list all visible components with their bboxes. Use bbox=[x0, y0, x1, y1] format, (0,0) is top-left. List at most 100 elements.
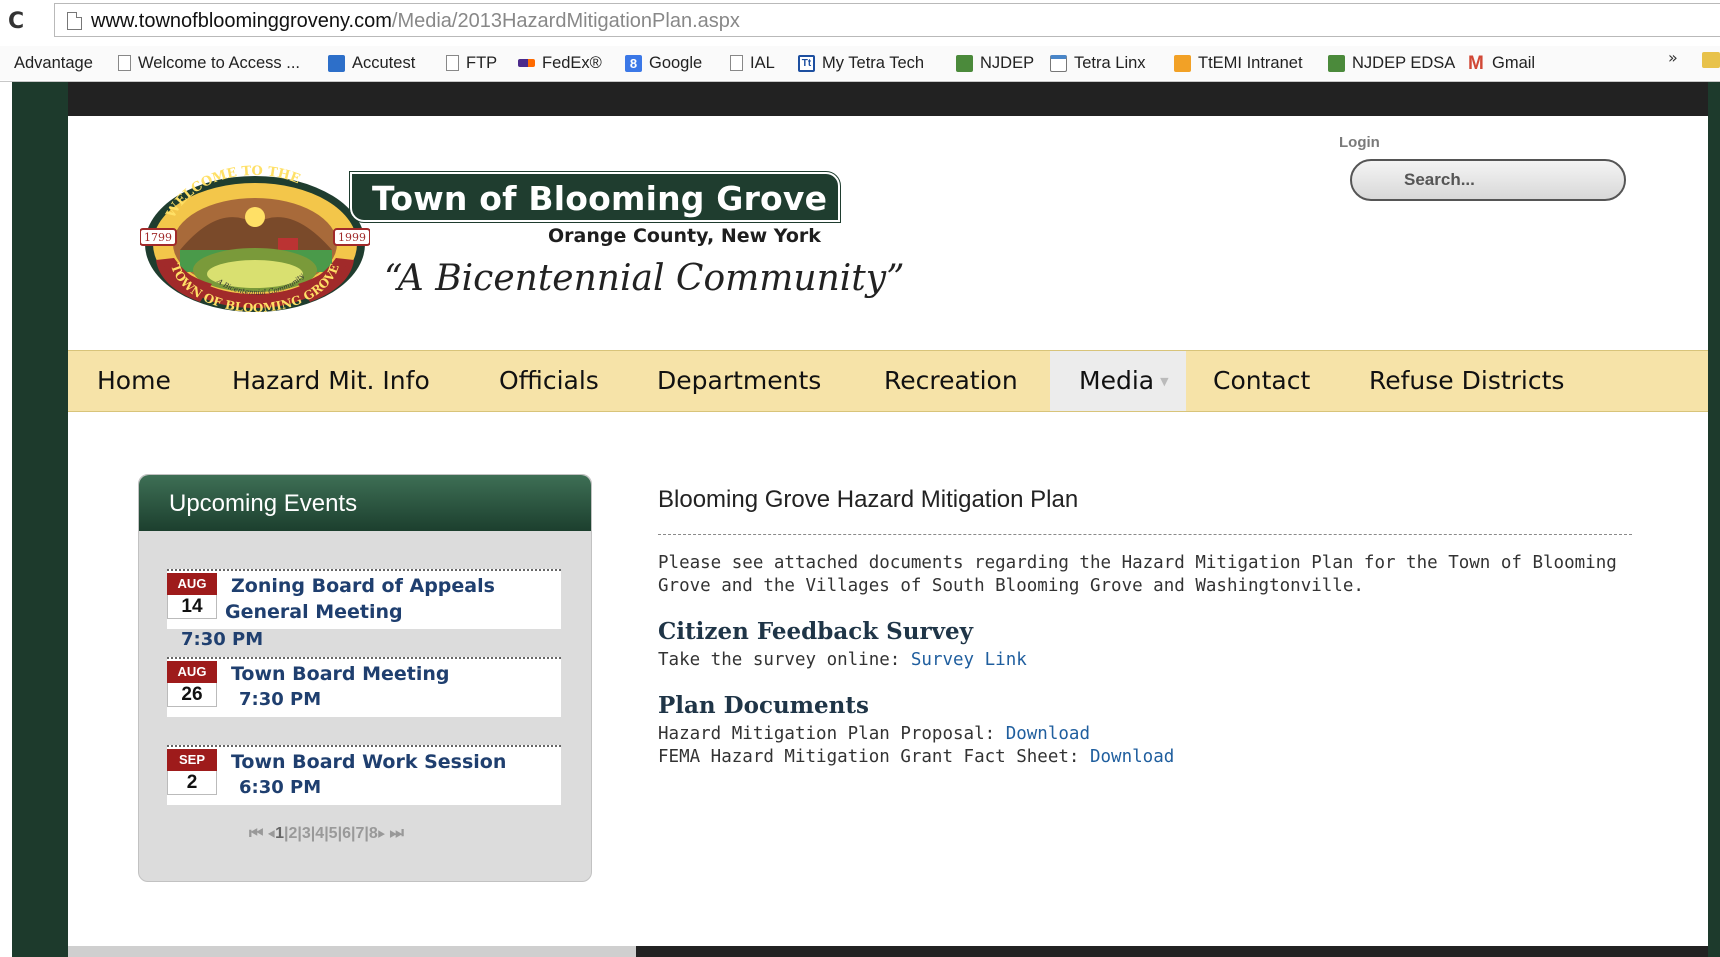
nav-item-recreation[interactable]: Recreation bbox=[884, 351, 1018, 411]
bookmark-label: FTP bbox=[466, 53, 498, 72]
event-date-badge: SEP 2 bbox=[167, 749, 217, 795]
next-page-icon[interactable]: ▸ bbox=[378, 825, 385, 842]
event-title[interactable]: Town Board Work Session bbox=[231, 751, 506, 773]
event-item[interactable]: SEP 2 Town Board Work Session 6:30 PM bbox=[167, 745, 561, 805]
web-page: 1799 1999 WELCOME TO THE TOWN OF BLOOMIN… bbox=[0, 82, 1720, 957]
pager-page[interactable]: 6 bbox=[342, 825, 351, 842]
address-bar-row: C www.townofbloominggroveny.com/Media/20… bbox=[0, 0, 1720, 46]
upcoming-events-header: Upcoming Events bbox=[139, 475, 591, 531]
login-link[interactable]: Login bbox=[1339, 134, 1380, 151]
download-link[interactable]: Download bbox=[1006, 724, 1090, 744]
bookmark-ttemi-intranet[interactable]: TtEMI Intranet bbox=[1174, 51, 1303, 75]
left-edge bbox=[0, 82, 12, 957]
nav-item-contact[interactable]: Contact bbox=[1213, 351, 1310, 411]
bookmarks-bar: Advantage Welcome to Access ... Accutest… bbox=[0, 46, 1720, 80]
event-day: 2 bbox=[167, 771, 217, 795]
event-day: 14 bbox=[167, 595, 217, 619]
bookmark-label: NJDEP EDSA bbox=[1352, 53, 1456, 72]
chevron-down-icon: ▼ bbox=[1160, 375, 1169, 388]
bookmark-label: TtEMI Intranet bbox=[1198, 53, 1303, 72]
url-path: /Media/2013HazardMitigationPlan.aspx bbox=[391, 10, 740, 32]
bookmark-label: FedEx® bbox=[542, 53, 602, 72]
bookmark-njdep-edsa[interactable]: NJDEP EDSA bbox=[1328, 51, 1455, 75]
event-item[interactable]: AUG 26 Town Board Meeting 7:30 PM bbox=[167, 657, 561, 717]
bookmark-label: Advantage bbox=[14, 53, 93, 72]
url-text: www.townofbloominggroveny.com/Media/2013… bbox=[91, 10, 740, 33]
pager-page[interactable]: 1 bbox=[275, 825, 284, 842]
town-seal-logo[interactable]: 1799 1999 WELCOME TO THE TOWN OF BLOOMIN… bbox=[140, 162, 370, 312]
nav-item-departments[interactable]: Departments bbox=[657, 351, 821, 411]
reload-icon[interactable]: C bbox=[8, 9, 24, 34]
bookmark-welcome-to-access[interactable]: Welcome to Access ... bbox=[118, 51, 300, 75]
survey-link[interactable]: Survey Link bbox=[911, 650, 1027, 670]
logo-year-right: 1999 bbox=[338, 231, 366, 244]
download-link[interactable]: Download bbox=[1090, 747, 1174, 767]
page-icon bbox=[446, 55, 459, 71]
nav-item-home[interactable]: Home bbox=[97, 351, 171, 411]
event-time: 7:30 PM bbox=[181, 629, 264, 650]
bookmark-gmail[interactable]: M Gmail bbox=[1468, 51, 1535, 75]
event-month: AUG bbox=[167, 573, 217, 595]
bookmark-google[interactable]: 8 Google bbox=[625, 51, 702, 75]
nav-item-hazard-mit-info[interactable]: Hazard Mit. Info bbox=[232, 351, 430, 411]
upcoming-events-title: Upcoming Events bbox=[169, 490, 358, 517]
pager-page[interactable]: 5 bbox=[329, 825, 338, 842]
plan-documents-heading: Plan Documents bbox=[658, 692, 869, 719]
nav-item-officials[interactable]: Officials bbox=[499, 351, 599, 411]
page-icon bbox=[118, 55, 131, 71]
url-host: www.townofbloominggroveny.com bbox=[91, 10, 392, 32]
fedex-icon bbox=[518, 59, 535, 67]
logo-year-left: 1799 bbox=[144, 231, 172, 244]
first-page-icon[interactable]: ⏮ bbox=[249, 825, 263, 842]
bookmark-ial[interactable]: IAL bbox=[730, 51, 775, 75]
event-title-line2[interactable]: General Meeting bbox=[225, 601, 403, 623]
event-title[interactable]: Town Board Meeting bbox=[231, 663, 450, 685]
survey-text: Take the survey online: bbox=[658, 650, 911, 670]
window-icon bbox=[1050, 54, 1067, 72]
bookmark-label: IAL bbox=[750, 53, 775, 72]
accutest-icon bbox=[328, 54, 345, 72]
pager-page[interactable]: 7 bbox=[355, 825, 364, 842]
search-input[interactable] bbox=[1350, 159, 1626, 201]
pager-page[interactable]: 4 bbox=[315, 825, 324, 842]
intranet-icon bbox=[1174, 54, 1191, 72]
document-label: FEMA Hazard Mitigation Grant Fact Sheet: bbox=[658, 747, 1090, 767]
event-day: 26 bbox=[167, 683, 217, 707]
page-icon bbox=[730, 55, 743, 71]
event-title[interactable]: Zoning Board of Appeals bbox=[231, 575, 495, 597]
last-page-icon[interactable]: ⏭ bbox=[389, 825, 403, 842]
nav-item-refuse-districts[interactable]: Refuse Districts bbox=[1369, 351, 1564, 411]
pager-page[interactable]: 8 bbox=[369, 825, 378, 842]
bottom-band bbox=[68, 946, 1708, 957]
url-field[interactable]: www.townofbloominggroveny.com/Media/2013… bbox=[54, 3, 1720, 37]
bookmark-accutest[interactable]: Accutest bbox=[328, 51, 415, 75]
upcoming-events-panel: Upcoming Events AUG 14 Zoning Board of A… bbox=[138, 474, 592, 882]
njdep-icon bbox=[956, 54, 973, 72]
title-divider bbox=[658, 534, 1632, 535]
tetra-tech-icon: Tt bbox=[798, 54, 815, 72]
bookmark-njdep[interactable]: NJDEP bbox=[956, 51, 1034, 75]
bookmark-ftp[interactable]: FTP bbox=[446, 51, 497, 75]
bookmark-label: My Tetra Tech bbox=[822, 53, 925, 72]
bookmark-fedex[interactable]: FedEx® bbox=[518, 51, 602, 75]
document-line: FEMA Hazard Mitigation Grant Fact Sheet:… bbox=[658, 747, 1174, 767]
site-tagline: “A Bicentennial Community” bbox=[384, 258, 905, 299]
page-icon bbox=[67, 12, 82, 30]
page-title: Blooming Grove Hazard Mitigation Plan bbox=[658, 486, 1079, 513]
survey-heading: Citizen Feedback Survey bbox=[658, 618, 973, 645]
bookmark-tetra-linx[interactable]: Tetra Linx bbox=[1050, 51, 1146, 75]
bookmark-advantage[interactable]: Advantage bbox=[14, 51, 93, 75]
intro-text: Please see attached documents regarding … bbox=[658, 553, 1617, 596]
bookmarks-overflow-button[interactable]: » bbox=[1668, 48, 1678, 67]
bookmark-label: Welcome to Access ... bbox=[138, 53, 301, 72]
site-title-banner: Town of Blooming Grove bbox=[349, 171, 841, 223]
bottom-band-light bbox=[68, 946, 636, 957]
main-nav: Home Hazard Mit. Info Officials Departme… bbox=[68, 350, 1708, 412]
event-item[interactable]: AUG 14 Zoning Board of Appeals General M… bbox=[167, 569, 561, 650]
folder-icon[interactable] bbox=[1702, 52, 1720, 68]
nav-item-media[interactable]: Media ▼ bbox=[1050, 351, 1186, 411]
bookmark-my-tetra-tech[interactable]: Tt My Tetra Tech bbox=[798, 51, 924, 75]
bookmark-label: Accutest bbox=[352, 53, 416, 72]
pager-page[interactable]: 3 bbox=[302, 825, 311, 842]
pager-page[interactable]: 2 bbox=[289, 825, 298, 842]
